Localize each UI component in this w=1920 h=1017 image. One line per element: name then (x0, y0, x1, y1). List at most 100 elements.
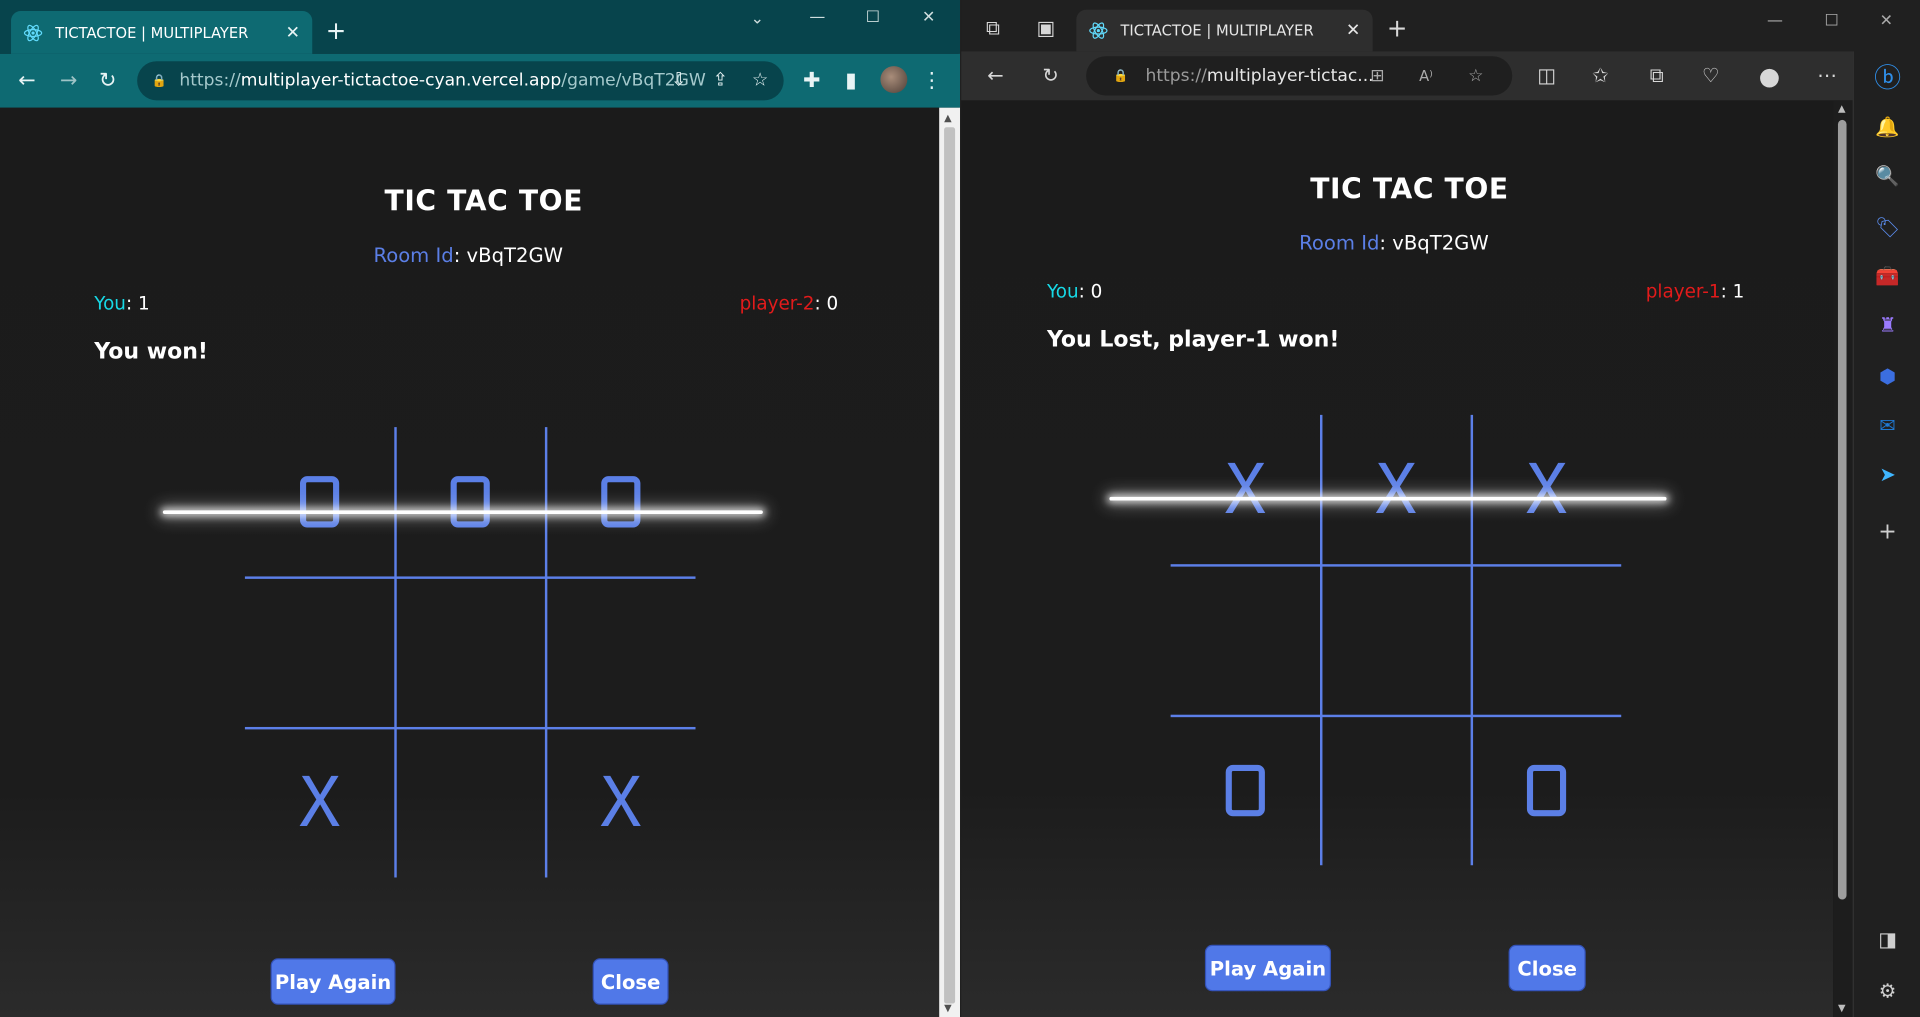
edge-page-content: TIC TAC TOE Room Id: vBqT2GW You: 0 play… (961, 100, 1834, 1017)
chrome-toolbar: ← → ↻ 🔒 https:// multiplayer-tictactoe-c… (0, 53, 961, 108)
scroll-down-icon[interactable]: ▼ (944, 1002, 952, 1013)
app-available-icon[interactable]: ⊞ (1370, 66, 1384, 86)
microsoft-365-icon[interactable]: ⬢ (1854, 365, 1920, 388)
lock-icon: 🔒 (1113, 69, 1129, 83)
close-tab-icon[interactable]: ✕ (1346, 21, 1360, 41)
board-cell[interactable] (396, 427, 545, 576)
o-mark (1225, 764, 1265, 817)
board-cell[interactable]: X (1321, 415, 1470, 564)
board-cell[interactable] (245, 578, 394, 727)
address-bar[interactable]: 🔒 https:// multiplayer-tictac... ⊞ A⁾ ☆ (1086, 56, 1513, 96)
url-prefix: https:// (179, 70, 241, 91)
board-cell[interactable] (396, 728, 545, 877)
scrollbar[interactable]: ▲ ▼ (939, 107, 961, 1017)
board-cell[interactable]: X (1472, 415, 1621, 564)
o-mark (300, 476, 340, 528)
chrome-window: TICTACTOE | MULTIPLAYER ✕ + ⌄ — ☐ ✕ ← → … (0, 0, 961, 1017)
bookmark-star-icon[interactable]: ☆ (752, 69, 768, 91)
url-prefix: https:// (1145, 66, 1207, 86)
play-again-button[interactable]: Play Again (270, 958, 396, 1005)
board-cell[interactable] (1321, 565, 1470, 714)
you-score-value: : 1 (125, 292, 150, 315)
edge-tab[interactable]: TICTACTOE | MULTIPLAYER ✕ (1076, 9, 1373, 52)
room-id-value: : vBqT2GW (453, 243, 563, 267)
split-screen-icon[interactable]: ◫ (1532, 61, 1561, 90)
games-icon[interactable]: ♜ (1854, 313, 1920, 336)
minimize-icon[interactable]: — (1767, 12, 1783, 30)
profile-avatar[interactable] (880, 66, 908, 94)
side-panel-icon[interactable]: ▮ (836, 66, 865, 95)
profile-icon[interactable]: ● (1755, 61, 1784, 90)
workspaces-icon[interactable]: ⧉ (978, 13, 1007, 42)
scrollbar-thumb[interactable] (944, 127, 956, 1004)
outlook-icon[interactable]: ✉ (1854, 414, 1920, 437)
sidebar-settings-gear-icon[interactable]: ⚙ (1854, 979, 1920, 1002)
board-cell[interactable] (245, 427, 394, 576)
close-button[interactable]: Close (1508, 944, 1586, 992)
back-arrow-icon[interactable]: ← (12, 66, 41, 95)
close-window-icon[interactable]: ✕ (1880, 12, 1893, 30)
minimize-icon[interactable]: — (809, 9, 825, 27)
copilot-icon[interactable]: ⓑ (1854, 56, 1920, 95)
back-arrow-icon[interactable]: ← (981, 61, 1010, 90)
search-icon[interactable]: 🔍 (1854, 164, 1920, 187)
play-again-button[interactable]: Play Again (1204, 944, 1332, 992)
o-mark (1526, 764, 1567, 817)
favorite-star-icon[interactable]: ☆ (1468, 66, 1483, 86)
favorites-icon[interactable]: ✩ (1586, 61, 1615, 90)
edge-tab-title: TICTACTOE | MULTIPLAYER (1120, 22, 1314, 40)
chrome-menu-icon[interactable]: ⋮ (917, 66, 946, 95)
board-cell[interactable] (1171, 716, 1320, 865)
x-mark: X (600, 763, 642, 843)
browser-essentials-icon[interactable]: ♡ (1696, 61, 1725, 90)
board-cell[interactable] (546, 427, 695, 576)
board-cell[interactable]: X (546, 728, 695, 877)
react-icon (1089, 21, 1109, 41)
board-cell[interactable] (1472, 565, 1621, 714)
extensions-icon[interactable]: ✚ (797, 66, 826, 95)
close-window-icon[interactable]: ✕ (922, 9, 935, 27)
maximize-icon[interactable]: ☐ (1824, 12, 1838, 30)
notifications-bell-icon[interactable]: 🔔 (1854, 115, 1920, 138)
x-mark: X (298, 763, 341, 843)
scrollbar-thumb[interactable] (1837, 119, 1847, 900)
install-app-icon[interactable]: ⇩ (671, 69, 686, 91)
close-button[interactable]: Close (592, 958, 669, 1005)
your-score: You: 1 (94, 292, 149, 314)
opponent-score: player-1: 1 (1646, 280, 1745, 302)
shopping-tag-icon[interactable]: 🏷 (1854, 215, 1920, 238)
opponent-score: player-2: 0 (740, 292, 839, 314)
tools-icon[interactable]: 🧰 (1854, 264, 1920, 287)
address-bar[interactable]: 🔒 https:// multiplayer-tictactoe-cyan.ve… (137, 61, 784, 101)
maximize-icon[interactable]: ☐ (866, 9, 880, 27)
new-tab-icon[interactable]: + (326, 17, 347, 44)
scroll-up-icon[interactable]: ▲ (1838, 103, 1846, 114)
board-cell[interactable] (1472, 716, 1621, 865)
read-aloud-icon[interactable]: A⁾ (1419, 67, 1433, 84)
drop-icon[interactable]: ➤ (1854, 463, 1920, 486)
scroll-down-icon[interactable]: ▼ (1838, 1002, 1846, 1013)
close-tab-icon[interactable]: ✕ (286, 23, 300, 43)
scrollbar[interactable]: ▲ ▼ (1833, 100, 1853, 1017)
board-cell[interactable] (1171, 565, 1320, 714)
board-cell[interactable] (1321, 716, 1470, 865)
share-icon[interactable]: ⇪ (713, 69, 728, 91)
board-cell[interactable]: X (1171, 415, 1320, 564)
new-tab-icon[interactable]: + (1382, 13, 1411, 42)
board-cell[interactable]: X (245, 728, 394, 877)
scroll-up-icon[interactable]: ▲ (944, 113, 952, 124)
board-cell[interactable] (546, 578, 695, 727)
tab-search-icon[interactable]: ⌄ (751, 10, 764, 28)
add-icon[interactable]: + (1854, 519, 1920, 545)
vertical-tabs-icon[interactable]: ▣ (1031, 13, 1060, 42)
room-id-value: : vBqT2GW (1379, 231, 1489, 255)
board-cell[interactable] (396, 578, 545, 727)
reload-icon[interactable]: ↻ (93, 66, 122, 95)
forward-arrow-icon[interactable]: → (54, 66, 83, 95)
chrome-tab[interactable]: TICTACTOE | MULTIPLAYER ✕ (11, 11, 313, 54)
collections-icon[interactable]: ⧉ (1642, 61, 1671, 90)
reload-icon[interactable]: ↻ (1036, 61, 1065, 90)
game-title: TIC TAC TOE (1310, 173, 1509, 206)
settings-more-icon[interactable]: ⋯ (1812, 61, 1841, 90)
hide-sidebar-icon[interactable]: ◨ (1854, 928, 1920, 951)
